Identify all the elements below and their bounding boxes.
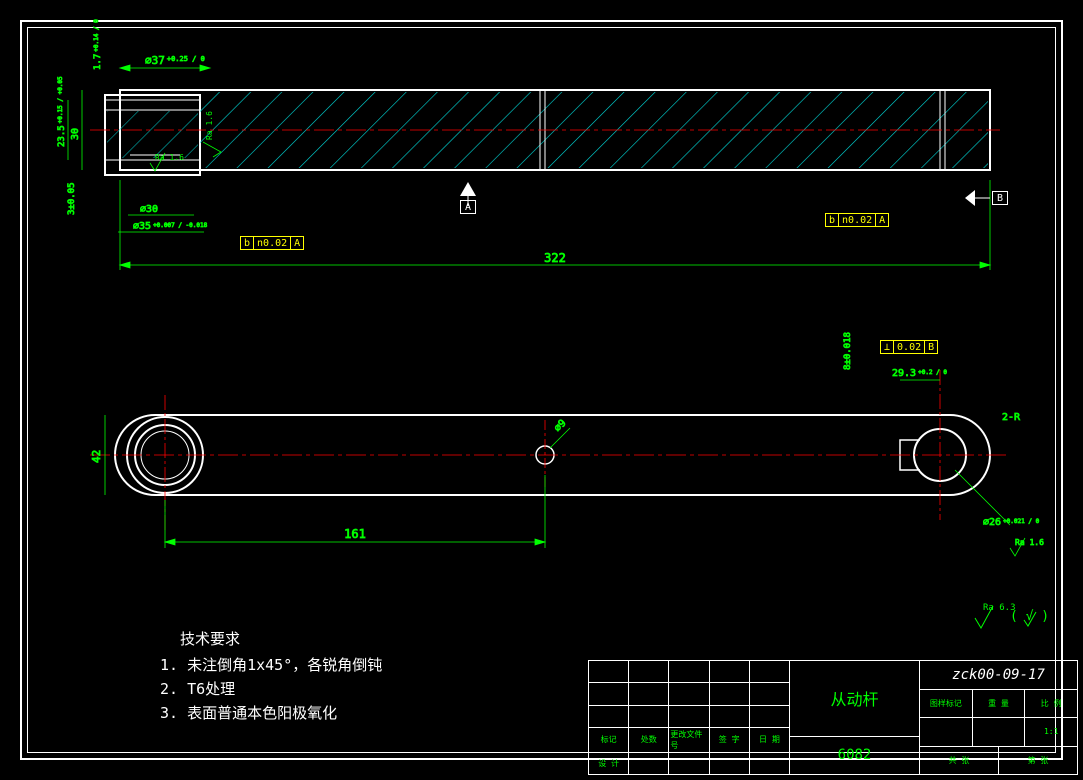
dim-2R: 2-R xyxy=(1002,412,1021,423)
title-block-right: zck00-09-17 图样标记 重 量 比 例 1:1 共 张 第 张 xyxy=(919,661,1077,774)
tech-req-2: 2. T6处理 xyxy=(160,677,382,701)
sub-mark: 图样标记 xyxy=(920,690,973,718)
tech-req-title: 技术要求 xyxy=(180,627,382,651)
scale-value: 1:1 xyxy=(1025,718,1077,746)
material: 6082 xyxy=(790,737,919,774)
dim-d30: ⌀30 xyxy=(140,204,158,215)
sheet-total: 共 张 xyxy=(920,747,999,775)
datum-A: A xyxy=(460,200,476,214)
hdr-mark: 标记 xyxy=(589,728,629,752)
bottom-plan-view xyxy=(90,370,1010,530)
drawing-number: zck00-09-17 xyxy=(920,661,1077,690)
top-section-view xyxy=(90,90,1000,175)
title-block-mid: 从动杆 6082 xyxy=(789,661,919,774)
datums xyxy=(460,182,990,206)
part-name: 从动杆 xyxy=(790,661,919,737)
dim-d35: ⌀35+0.007 / -0.018 xyxy=(133,221,208,232)
dim-42: 42 xyxy=(90,450,103,463)
dim-30: 30 xyxy=(70,128,81,140)
hdr-date: 日 期 xyxy=(750,728,789,752)
surface-rest: ( √ ) xyxy=(1010,609,1049,624)
sub-weight: 重 量 xyxy=(973,690,1026,718)
dim-d26: ⌀26+0.021 / 0 xyxy=(983,517,1040,528)
dim-1.7: 1.7+0.14 / 0 xyxy=(93,19,103,70)
hdr-sign: 签 字 xyxy=(710,728,750,752)
gtol-box-3: ⊥0.02B xyxy=(880,340,938,354)
ra-1.6-left: Ra 1.6 xyxy=(155,153,184,162)
dim-23.5: 23.5+0.15 / +0.05 xyxy=(57,76,67,147)
bottom-dimensions: 161 42 ⌀9 29.3+0.2 / 0 8±0.018 ⌀26+0.021… xyxy=(90,332,1044,556)
hdr-qty: 处数 xyxy=(629,728,669,752)
global-surface: Ra 6.3 ( √ ) xyxy=(975,603,1049,628)
tech-req-3: 3. 表面普通本色阳极氧化 xyxy=(160,701,382,725)
row-design: 设 计 xyxy=(589,753,629,774)
tech-req-1: 1. 未注倒角1x45°，各锐角倒钝 xyxy=(160,653,382,677)
dim-3: 3±0.05 xyxy=(67,182,77,215)
gtol-box-2: bn0.02A xyxy=(825,213,889,227)
hdr-doc: 更改文件号 xyxy=(669,728,709,752)
dim-8: 8±0.018 xyxy=(843,332,853,370)
dim-29.3: 29.3+0.2 / 0 xyxy=(892,368,947,379)
dim-161: 161 xyxy=(344,527,366,541)
title-block: 标记 处数 更改文件号 签 字 日 期 设 计 从动杆 6082 zck00-0… xyxy=(588,660,1078,775)
ra-1.6-right: Ra 1.6 xyxy=(1015,538,1044,547)
ra-1.6-step: Ra 1.6 xyxy=(205,111,214,140)
tech-requirements: 技术要求 1. 未注倒角1x45°，各锐角倒钝 2. T6处理 3. 表面普通本… xyxy=(160,627,382,725)
gtol-box-1: bn0.02A xyxy=(240,236,304,250)
dim-322: 322 xyxy=(544,251,566,265)
title-block-left: 标记 处数 更改文件号 签 字 日 期 设 计 xyxy=(589,661,789,774)
datum-B: B xyxy=(992,191,1008,205)
sub-scale: 比 例 xyxy=(1025,690,1077,718)
sheet-num: 第 张 xyxy=(999,747,1077,775)
dim-d37: ⌀37+0.25 / 0 xyxy=(145,54,205,67)
